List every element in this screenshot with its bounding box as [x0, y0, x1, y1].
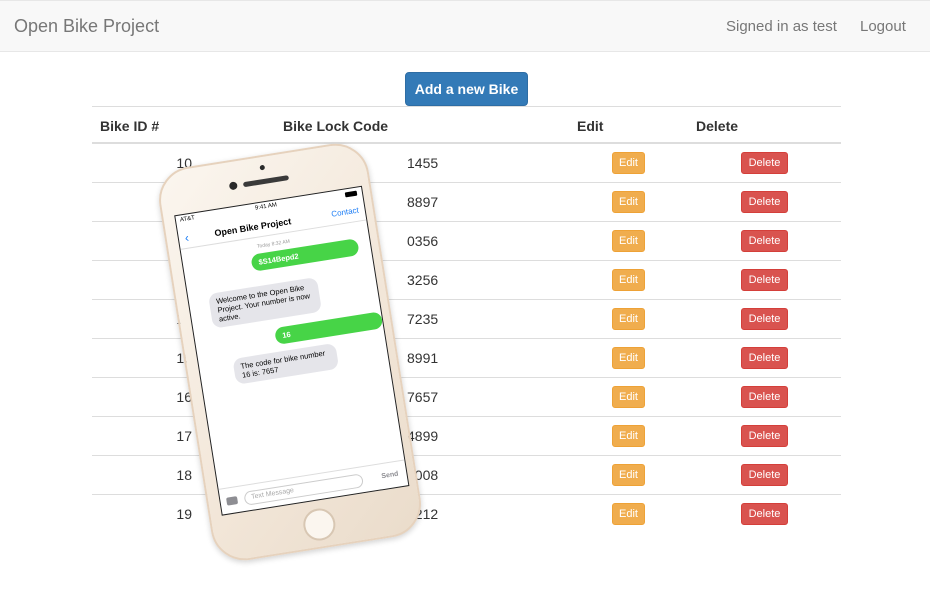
table-header: Bike ID # Bike Lock Code Edit Delete [92, 106, 841, 144]
bike-id-cell: 16 [176, 389, 192, 405]
delete-button[interactable]: Delete [741, 308, 788, 330]
navbar: Open Bike Project Signed in as test Logo… [0, 0, 930, 52]
delete-button[interactable]: Delete [741, 269, 788, 291]
message-bubble-incoming: The code for bike number 16 is: 7657 [232, 342, 340, 385]
header-lock-code: Bike Lock Code [283, 118, 389, 134]
lock-code-cell: 3256 [407, 272, 439, 288]
bike-id-cell: 17 [176, 428, 192, 444]
lock-code-cell: 8991 [407, 350, 439, 366]
edit-button[interactable]: Edit [612, 308, 645, 330]
back-chevron-icon[interactable]: ‹ [184, 231, 190, 245]
home-button[interactable] [301, 506, 338, 543]
table-row: 19 1212 Edit Delete [92, 495, 841, 534]
text-message-input[interactable]: Text Message [243, 473, 365, 506]
conversation-title: Open Bike Project [213, 216, 292, 239]
message-input-bar: Text Message Send [218, 459, 409, 515]
delete-button[interactable]: Delete [741, 464, 788, 486]
delete-button[interactable]: Delete [741, 152, 788, 174]
header-delete: Delete [696, 118, 739, 134]
brand-title[interactable]: Open Bike Project [14, 16, 159, 37]
carrier-label: AT&T [179, 215, 196, 224]
edit-button[interactable]: Edit [612, 269, 645, 291]
message-bubble-incoming: Welcome to the Open Bike Project. Your n… [207, 276, 323, 329]
delete-button[interactable]: Delete [741, 386, 788, 408]
lock-code-cell: 8897 [407, 194, 439, 210]
edit-button[interactable]: Edit [612, 230, 645, 252]
edit-button[interactable]: Edit [612, 386, 645, 408]
lock-code-cell: 7657 [407, 389, 439, 405]
lock-code-cell: 4899 [407, 428, 439, 444]
signed-in-text: Signed in as test [726, 18, 837, 35]
delete-button[interactable]: Delete [741, 230, 788, 252]
delete-button[interactable]: Delete [741, 503, 788, 525]
edit-button[interactable]: Edit [612, 464, 645, 486]
send-button[interactable]: Send [381, 471, 399, 481]
battery-icon [344, 190, 358, 198]
delete-button[interactable]: Delete [741, 425, 788, 447]
bike-id-cell: 18 [176, 467, 192, 483]
header-edit: Edit [577, 118, 604, 134]
add-bike-button[interactable]: Add a new Bike [405, 72, 528, 106]
lock-code-cell: 1455 [407, 155, 439, 171]
delete-button[interactable]: Delete [741, 347, 788, 369]
message-timestamp: Today 8:32 AM [256, 238, 291, 250]
logout-link[interactable]: Logout [860, 18, 906, 35]
lock-code-cell: 0356 [407, 233, 439, 249]
bike-id-cell: 19 [176, 506, 192, 522]
edit-button[interactable]: Edit [612, 347, 645, 369]
phone-screen: AT&T 9:41 AM ‹ Open Bike Project Contact… [174, 185, 410, 516]
front-camera-icon [259, 164, 266, 171]
contact-link[interactable]: Contact [331, 206, 360, 219]
delete-button[interactable]: Delete [741, 191, 788, 213]
lock-code-cell: 7235 [407, 311, 439, 327]
sensor-icon [228, 181, 238, 191]
edit-button[interactable]: Edit [612, 152, 645, 174]
speaker-grille [242, 175, 290, 188]
edit-button[interactable]: Edit [612, 503, 645, 525]
header-bike-id: Bike ID # [100, 118, 160, 134]
clock-label: 9:41 AM [254, 202, 278, 212]
edit-button[interactable]: Edit [612, 425, 645, 447]
camera-icon[interactable] [226, 496, 239, 506]
edit-button[interactable]: Edit [612, 191, 645, 213]
